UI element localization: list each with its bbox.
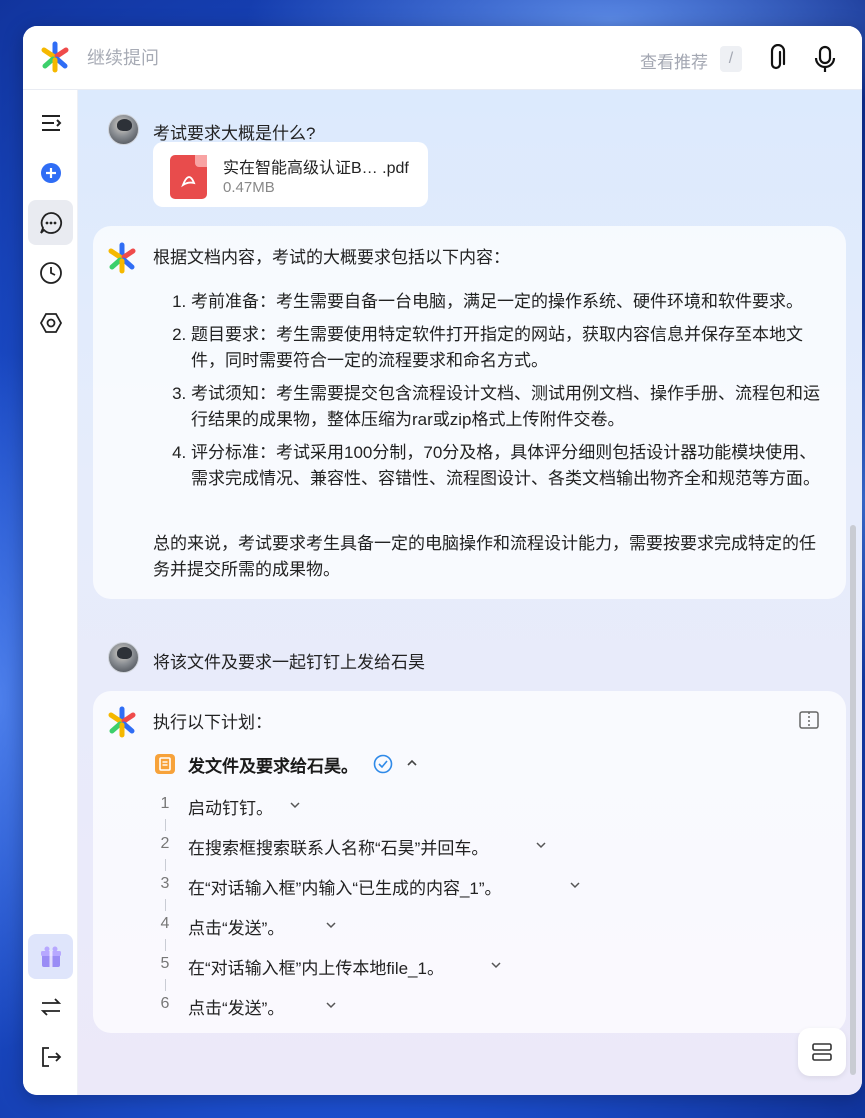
- switch-button[interactable]: [28, 984, 73, 1029]
- user-avatar: [108, 642, 139, 673]
- chevron-up-icon[interactable]: [404, 755, 420, 771]
- step-number: 6: [160, 995, 170, 1012]
- split-view-icon[interactable]: [798, 709, 820, 731]
- step-connector: [165, 859, 166, 871]
- menu-icon: [41, 114, 61, 131]
- plus-circle-icon: [40, 162, 61, 183]
- answer-intro: 根据文档内容，考试的大概要求包括以下内容：: [153, 248, 510, 267]
- step-number: 4: [160, 915, 170, 932]
- step-number: 3: [160, 875, 170, 892]
- chevron-down-icon[interactable]: [567, 877, 583, 893]
- plan-card: 执行以下计划： 发文件及要求给石昊。 1 启动钉钉。 2 在搜索框搜索联系人名称…: [93, 691, 846, 1033]
- list-item: 考前准备：考生需要自备一台电脑，满足一定的操作系统、硬件环境和软件要求。: [191, 289, 831, 315]
- menu-toggle-button[interactable]: [28, 100, 73, 145]
- app-logo-icon: [41, 41, 69, 73]
- check-circle-icon: [373, 754, 393, 774]
- list-item: 题目要求：考生需要使用特定软件打开指定的网站，获取内容信息并保存至本地文件，同时…: [191, 322, 831, 374]
- step-label: 点击“发送”。: [188, 999, 285, 1018]
- clock-icon: [39, 261, 62, 284]
- answer-summary: 总的来说，考试要求考生具备一定的电脑操作和流程设计能力，需要按要求完成特定的任务…: [153, 534, 816, 579]
- step-number: 1: [160, 795, 170, 812]
- assistant-logo-icon: [108, 242, 136, 274]
- assistant-window: 查看推荐 /: [23, 26, 862, 1095]
- conversation-area: 考试要求大概是什么? 实在智能高级认证B… .pdf 0.47MB 根据文档内容…: [78, 90, 862, 1095]
- step-label: 点击“发送”。: [188, 919, 285, 938]
- view-suggestions-button[interactable]: 查看推荐: [640, 48, 708, 73]
- step-label: 在“对话输入框”内上传本地file_1。: [188, 959, 444, 978]
- chevron-down-icon[interactable]: [533, 837, 549, 853]
- pdf-attachment-card[interactable]: 实在智能高级认证B… .pdf 0.47MB: [153, 142, 428, 207]
- step-label: 在“对话输入框”内输入“已生成的内容_1”。: [188, 879, 502, 898]
- top-bar: 查看推荐 /: [23, 26, 862, 90]
- step-number: 2: [160, 835, 170, 852]
- chevron-down-icon[interactable]: [488, 957, 504, 973]
- chat-nav-button[interactable]: [28, 200, 73, 245]
- chevron-down-icon[interactable]: [323, 917, 339, 933]
- assistant-answer-card: 根据文档内容，考试的大概要求包括以下内容： 考前准备：考生需要自备一台电脑，满足…: [93, 226, 846, 599]
- pdf-file-icon: [170, 155, 207, 199]
- layout-toggle-button[interactable]: [798, 1028, 846, 1076]
- hexagon-settings-icon: [39, 312, 62, 333]
- step-label: 启动钉钉。: [188, 799, 273, 818]
- attachment-file-name: 实在智能高级认证B… .pdf: [223, 160, 409, 177]
- assistant-logo-icon: [108, 706, 136, 738]
- shortcut-key-badge: /: [720, 46, 742, 72]
- attachment-file-size: 0.47MB: [223, 179, 275, 196]
- step-number: 5: [160, 955, 170, 972]
- swap-arrows-icon: [40, 997, 61, 1016]
- logout-button[interactable]: [28, 1034, 73, 1079]
- logout-icon: [41, 1046, 61, 1067]
- settings-nav-button[interactable]: [28, 300, 73, 345]
- step-connector: [165, 979, 166, 991]
- user-question-1: 考试要求大概是什么?: [153, 124, 316, 143]
- step-connector: [165, 939, 166, 951]
- history-nav-button[interactable]: [28, 250, 73, 295]
- task-title: 发文件及要求给石昊。: [188, 757, 358, 776]
- list-item: 考试须知：考生需要提交包含流程设计文档、测试用例文档、操作手册、流程包和运行结果…: [191, 381, 831, 433]
- sidebar: [23, 90, 78, 1095]
- microphone-icon[interactable]: [812, 44, 838, 74]
- user-avatar: [108, 114, 139, 145]
- task-app-icon: [155, 754, 175, 774]
- plan-intro: 执行以下计划：: [153, 713, 272, 732]
- scrollbar[interactable]: [850, 525, 856, 1075]
- stacked-panels-icon: [812, 1043, 832, 1061]
- step-label: 在搜索框搜索联系人名称“石昊”并回车。: [188, 839, 489, 858]
- chat-bubble-icon: [39, 211, 62, 234]
- requirements-list: 考前准备：考生需要自备一台电脑，满足一定的操作系统、硬件环境和软件要求。 题目要…: [171, 289, 831, 499]
- chevron-down-icon[interactable]: [287, 797, 303, 813]
- step-connector: [165, 899, 166, 911]
- gift-icon: [40, 946, 61, 967]
- gift-button[interactable]: [28, 934, 73, 979]
- new-chat-button[interactable]: [28, 150, 73, 195]
- chevron-down-icon[interactable]: [323, 997, 339, 1013]
- step-connector: [165, 819, 166, 831]
- user-question-2: 将该文件及要求一起钉钉上发给石昊: [153, 653, 425, 672]
- follow-up-input[interactable]: [87, 44, 507, 72]
- attach-icon[interactable]: [763, 44, 789, 74]
- list-item: 评分标准：考试采用100分制，70分及格，具体评分细则包括设计器功能模块使用、需…: [191, 440, 831, 492]
